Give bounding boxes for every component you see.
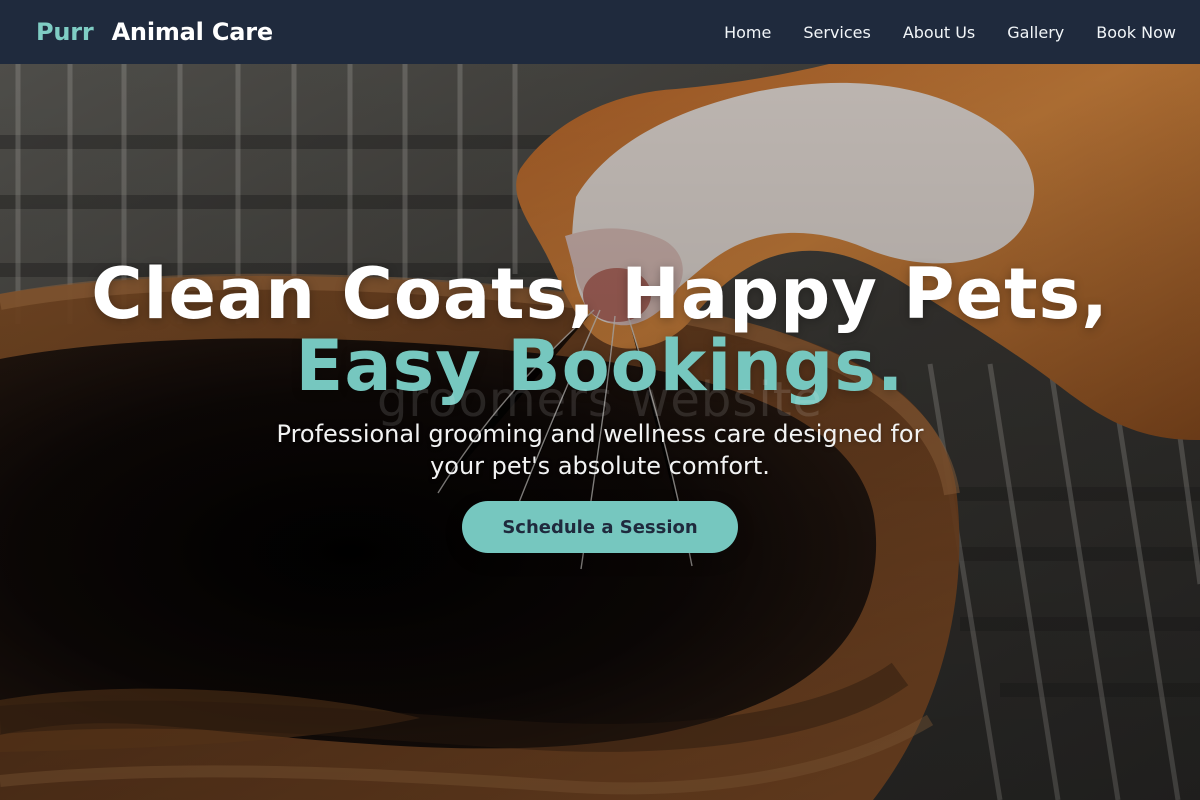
hero-headline-accent: Easy Bookings. [295, 325, 905, 407]
nav-home-link[interactable]: Home [724, 23, 771, 42]
hero-content: Clean Coats, Happy Pets, Easy Bookings. … [0, 64, 1200, 800]
main-navigation: Home Services About Us Gallery Book Now [724, 23, 1176, 42]
brand-purr-text: Purr [36, 18, 94, 46]
nav-services-link[interactable]: Services [803, 23, 870, 42]
hero-headline-primary: Clean Coats, Happy Pets, [91, 253, 1109, 335]
hero-section: Clean Coats, Happy Pets, Easy Bookings. … [0, 64, 1200, 800]
top-navigation-bar: Purr Animal Care Home Services About Us … [0, 0, 1200, 64]
nav-gallery-link[interactable]: Gallery [1007, 23, 1064, 42]
brand-logo[interactable]: Purr Animal Care [36, 18, 273, 46]
pet-care-landing-page: Purr Animal Care Home Services About Us … [0, 0, 1200, 800]
nav-about-us-link[interactable]: About Us [903, 23, 975, 42]
nav-book-now-link[interactable]: Book Now [1096, 23, 1176, 42]
brand-animal-care-text: Animal Care [111, 18, 274, 46]
schedule-session-button[interactable]: Schedule a Session [462, 501, 738, 553]
hero-subtitle: Professional grooming and wellness care … [276, 420, 924, 480]
